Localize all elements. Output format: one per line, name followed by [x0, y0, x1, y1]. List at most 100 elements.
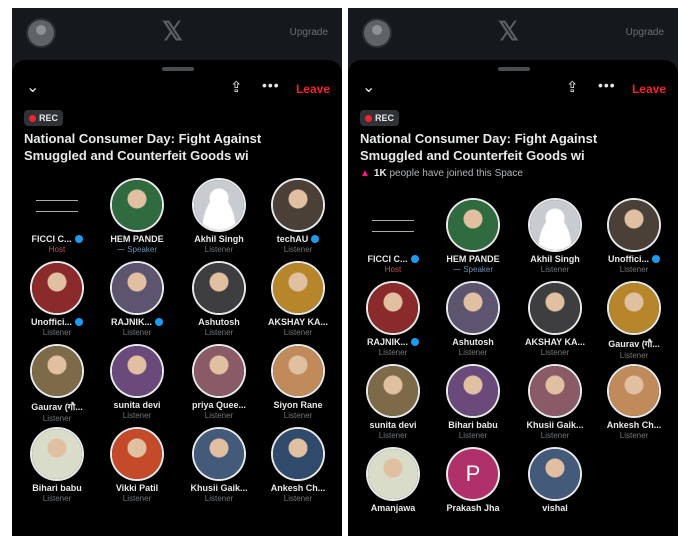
participant-avatar[interactable] [32, 429, 82, 479]
participant-item[interactable]: techAU Listener [257, 180, 339, 254]
participant-item[interactable]: Unoffici... Listener [593, 200, 675, 274]
participant-item[interactable]: Bihari babu Listener [16, 429, 98, 503]
verified-badge-icon [311, 235, 320, 243]
participant-avatar[interactable] [32, 180, 82, 230]
participant-avatar[interactable] [609, 200, 659, 250]
participant-avatar[interactable] [448, 283, 498, 333]
joined-text: people have joined this Space [389, 168, 523, 179]
participant-item[interactable]: Ankesh Ch... Listener [257, 429, 339, 503]
participant-item[interactable]: Ashutosh Listener [178, 263, 260, 337]
participant-item[interactable]: Ankesh Ch... Listener [593, 366, 675, 440]
participant-item[interactable]: sunita devi Listener [352, 366, 434, 440]
upgrade-link[interactable]: Upgrade [626, 27, 664, 38]
participant-role: Listener [283, 328, 313, 337]
participant-avatar[interactable] [448, 366, 498, 416]
participant-item[interactable]: Ashutosh Listener [432, 283, 514, 357]
participant-name: Khusii Gaik... [190, 483, 248, 493]
participant-avatar[interactable] [32, 263, 82, 313]
participant-item[interactable]: RAJNIK... Listener [96, 263, 178, 337]
share-icon[interactable]: ⇪ [566, 78, 579, 96]
participant-role: Listener [540, 348, 570, 357]
participant-name: Bihari babu [32, 483, 82, 493]
upgrade-link[interactable]: Upgrade [290, 27, 328, 38]
participant-name: Akhil Singh [194, 234, 244, 244]
participant-item[interactable]: sunita devi Listener [96, 346, 178, 420]
chevron-down-icon[interactable]: ⌄ [26, 80, 39, 96]
leave-button[interactable]: Leave [296, 82, 330, 96]
participant-avatar[interactable] [194, 346, 244, 396]
participant-item[interactable]: AKSHAY KA... Listener [257, 263, 339, 337]
chevron-down-icon[interactable]: ⌄ [362, 80, 375, 96]
participant-avatar[interactable] [32, 346, 82, 396]
participant-avatar[interactable] [273, 180, 323, 230]
more-options-icon[interactable]: ••• [262, 77, 280, 93]
joined-count: ▲ 1K people have joined this Space [360, 168, 523, 179]
participant-role: Listener [540, 265, 570, 274]
participant-avatar[interactable] [194, 263, 244, 313]
top-bar: 𝕏 Upgrade [348, 8, 678, 60]
participant-item[interactable]: Siyon Rane Listener [257, 346, 339, 420]
participant-item[interactable]: Amanjawa [352, 449, 434, 513]
rec-dot-icon [365, 115, 372, 122]
participant-name: priya Quee... [191, 400, 247, 410]
participant-item[interactable]: Gaurav (गौ... Listener [16, 346, 98, 423]
participant-avatar[interactable] [609, 283, 659, 333]
participant-avatar[interactable] [112, 346, 162, 396]
participant-avatar[interactable] [273, 263, 323, 313]
participant-avatar[interactable] [530, 283, 580, 333]
participant-name: FICCI C... [352, 254, 434, 264]
participant-item[interactable]: Unoffici... Listener [16, 263, 98, 337]
participant-name: sunita devi [113, 400, 161, 410]
profile-avatar[interactable] [362, 18, 392, 48]
space-title: National Consumer Day: Fight Against Smu… [360, 130, 666, 164]
space-title-line2: Smuggled and Counterfeit Goods wi [24, 148, 249, 163]
participant-item[interactable]: Akhil Singh Listener [178, 180, 260, 254]
participant-avatar[interactable] [112, 180, 162, 230]
participant-avatar[interactable] [273, 429, 323, 479]
participant-avatar[interactable] [530, 449, 580, 499]
participant-avatar[interactable] [112, 429, 162, 479]
participant-item[interactable]: FICCI C... Host [352, 200, 434, 274]
participant-role: Listener [619, 265, 649, 274]
participant-avatar[interactable] [530, 366, 580, 416]
participant-avatar[interactable] [368, 449, 418, 499]
space-title: National Consumer Day: Fight Against Smu… [24, 130, 330, 164]
participant-item[interactable]: RAJNIK... Listener [352, 283, 434, 357]
participant-item[interactable]: vishal [514, 449, 596, 513]
participant-item[interactable]: Akhil Singh Listener [514, 200, 596, 274]
participant-avatar[interactable] [368, 366, 418, 416]
share-icon[interactable]: ⇪ [230, 78, 243, 96]
participant-item[interactable]: Vikki Patil Listener [96, 429, 178, 503]
leave-button[interactable]: Leave [632, 82, 666, 96]
participant-role: Listener [122, 411, 152, 420]
participant-avatar[interactable] [194, 180, 244, 230]
participant-item[interactable]: HEM PANDE ⁓ Speaker [432, 200, 514, 274]
participant-avatar[interactable] [448, 200, 498, 250]
participant-item[interactable]: Bihari babu Listener [432, 366, 514, 440]
participant-avatar[interactable] [368, 200, 418, 250]
participant-item[interactable]: Gaurav (गौ... Listener [593, 283, 675, 360]
participant-item[interactable]: P Prakash Jha [432, 449, 514, 513]
participant-avatar[interactable] [194, 429, 244, 479]
participant-avatar[interactable]: P [448, 449, 498, 499]
profile-avatar[interactable] [26, 18, 56, 48]
participant-avatar[interactable] [368, 283, 418, 333]
participant-avatar[interactable] [273, 346, 323, 396]
participant-item[interactable]: HEM PANDE ⁓ Speaker [96, 180, 178, 254]
sheet-grabber[interactable] [162, 67, 194, 71]
rec-badge: REC [360, 110, 400, 126]
sheet-grabber[interactable] [498, 67, 530, 71]
participant-role: Listener [378, 348, 408, 357]
participant-item[interactable]: priya Quee... Listener [178, 346, 260, 420]
participant-avatar[interactable] [609, 366, 659, 416]
participant-name: Ashutosh [198, 317, 240, 327]
more-options-icon[interactable]: ••• [598, 77, 616, 93]
participant-name: Khusii Gaik... [526, 420, 584, 430]
participant-item[interactable]: AKSHAY KA... Listener [514, 283, 596, 357]
participant-item[interactable]: Khusii Gaik... Listener [178, 429, 260, 503]
participant-role: ⁓ Speaker [452, 265, 494, 274]
participant-avatar[interactable] [530, 200, 580, 250]
participant-item[interactable]: FICCI C... Host [16, 180, 98, 254]
participant-item[interactable]: Khusii Gaik... Listener [514, 366, 596, 440]
participant-avatar[interactable] [112, 263, 162, 313]
